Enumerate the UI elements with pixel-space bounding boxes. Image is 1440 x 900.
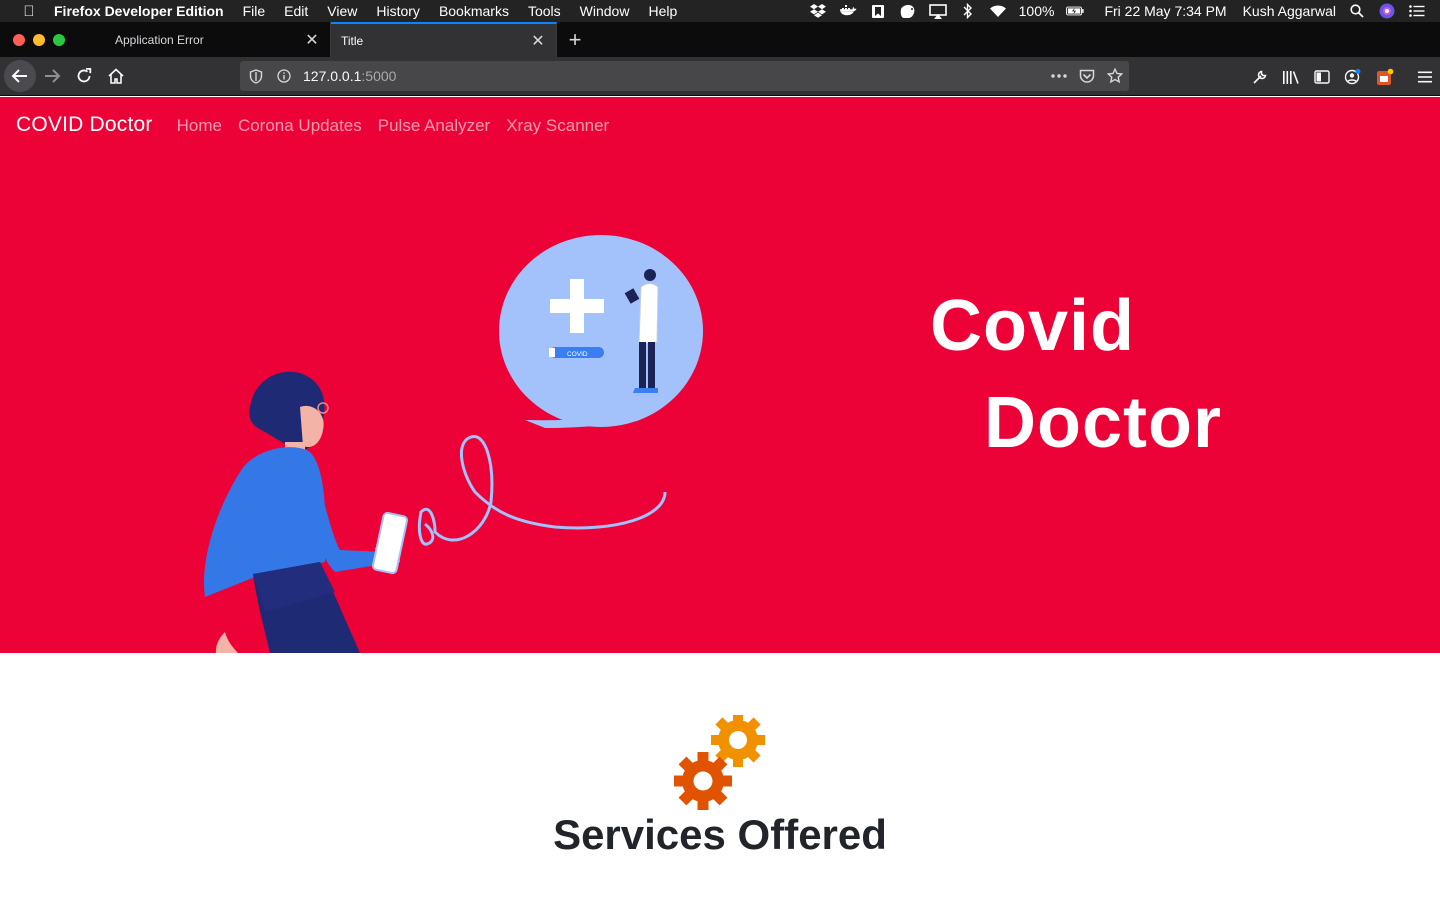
battery-icon[interactable] bbox=[1066, 3, 1085, 19]
hamburger-menu-icon[interactable] bbox=[1418, 71, 1432, 83]
url-host: 127.0.0.1 bbox=[303, 68, 362, 84]
siri-icon[interactable] bbox=[1378, 3, 1396, 19]
home-button[interactable] bbox=[100, 60, 132, 92]
navigation-toolbar: 127.0.0.1:5000 bbox=[0, 57, 1440, 96]
brand-link[interactable]: COVID Doctor bbox=[16, 113, 153, 137]
bookmark-app-icon[interactable] bbox=[869, 3, 887, 19]
tab-title: Title bbox=[341, 33, 364, 48]
pocket-icon[interactable] bbox=[1079, 69, 1095, 84]
new-tab-button[interactable]: + bbox=[557, 22, 593, 57]
reload-icon bbox=[77, 68, 92, 83]
back-arrow-icon bbox=[11, 69, 27, 83]
nav-link-corona-updates[interactable]: Corona Updates bbox=[238, 116, 362, 136]
menu-view[interactable]: View bbox=[327, 0, 357, 22]
menu-edit[interactable]: Edit bbox=[284, 0, 308, 22]
dropbox-icon[interactable] bbox=[809, 3, 827, 19]
menu-bookmarks[interactable]: Bookmarks bbox=[439, 0, 509, 22]
notification-center-icon[interactable] bbox=[1408, 3, 1426, 19]
toolbar-right-icons bbox=[1252, 57, 1432, 96]
test-tube-label: COVID bbox=[567, 351, 588, 358]
menu-file[interactable]: File bbox=[243, 0, 266, 22]
user-name[interactable]: Kush Aggarwal bbox=[1243, 3, 1336, 19]
hero-title-line1: Covid bbox=[930, 286, 1136, 366]
nav-link-pulse-analyzer[interactable]: Pulse Analyzer bbox=[378, 116, 490, 136]
account-icon[interactable] bbox=[1344, 68, 1362, 86]
reload-button[interactable] bbox=[68, 60, 100, 92]
developer-tools-wrench-icon[interactable] bbox=[1252, 69, 1268, 85]
minimize-window-button[interactable] bbox=[33, 33, 45, 46]
evernote-icon[interactable] bbox=[899, 3, 917, 19]
hero-section: COVID Doctor Home Corona Updates Pulse A… bbox=[0, 97, 1440, 653]
apple-icon[interactable]:  bbox=[18, 3, 40, 20]
menu-window[interactable]: Window bbox=[580, 0, 630, 22]
menu-tools[interactable]: Tools bbox=[528, 0, 561, 22]
tab-application-error[interactable]: Application Error ✕ bbox=[105, 22, 331, 57]
close-window-button[interactable] bbox=[13, 33, 25, 46]
gears-icon bbox=[674, 715, 765, 810]
url-bar-actions bbox=[1051, 61, 1123, 91]
spotlight-search-icon[interactable] bbox=[1348, 3, 1366, 19]
site-navbar: COVID Doctor Home Corona Updates Pulse A… bbox=[16, 113, 625, 137]
window-controls bbox=[0, 22, 105, 57]
tracking-shield-icon[interactable] bbox=[249, 68, 263, 84]
url-bar[interactable]: 127.0.0.1:5000 bbox=[240, 61, 1129, 91]
nav-link-xray-scanner[interactable]: Xray Scanner bbox=[506, 116, 609, 136]
hero-illustration: COVID bbox=[204, 235, 703, 653]
menu-app-name[interactable]: Firefox Developer Edition bbox=[54, 0, 224, 22]
services-section: Services Offered bbox=[0, 653, 1440, 900]
browser-tab-strip: Application Error ✕ Title ✕ + bbox=[0, 22, 1440, 57]
library-icon[interactable] bbox=[1282, 69, 1300, 85]
home-icon bbox=[108, 68, 124, 84]
hero-title-line2: Doctor bbox=[984, 383, 1222, 463]
battery-percent[interactable]: 100% bbox=[1019, 3, 1055, 19]
services-title: Services Offered bbox=[553, 811, 887, 858]
forward-arrow-icon bbox=[45, 69, 61, 83]
menu-history[interactable]: History bbox=[376, 0, 420, 22]
url-text[interactable]: 127.0.0.1:5000 bbox=[303, 68, 396, 84]
nav-link-home[interactable]: Home bbox=[177, 116, 222, 136]
datetime[interactable]: Fri 22 May 7:34 PM bbox=[1104, 3, 1226, 19]
bookmark-star-icon[interactable] bbox=[1107, 68, 1123, 84]
extension-icon[interactable] bbox=[1376, 68, 1394, 86]
docker-icon[interactable] bbox=[839, 3, 857, 19]
close-tab-icon[interactable]: ✕ bbox=[304, 30, 320, 50]
bluetooth-icon[interactable] bbox=[959, 3, 977, 19]
tab-title: Application Error bbox=[115, 32, 204, 47]
sidebar-toggle-icon[interactable] bbox=[1314, 69, 1330, 84]
menubar-status-area: 100% Fri 22 May 7:34 PM Kush Aggarwal bbox=[803, 0, 1440, 22]
menu-help[interactable]: Help bbox=[648, 0, 677, 22]
macos-menu-bar:  Firefox Developer Edition File Edit Vi… bbox=[0, 0, 1440, 22]
url-port: :5000 bbox=[361, 68, 397, 84]
close-tab-icon[interactable]: ✕ bbox=[530, 31, 546, 51]
web-page: COVID Doctor Home Corona Updates Pulse A… bbox=[0, 97, 1440, 900]
wifi-icon[interactable] bbox=[989, 3, 1007, 19]
tab-title-active[interactable]: Title ✕ bbox=[331, 22, 557, 57]
site-info-icon[interactable] bbox=[277, 69, 291, 83]
page-actions-icon[interactable] bbox=[1051, 74, 1067, 78]
forward-button[interactable] bbox=[36, 60, 68, 92]
back-button[interactable] bbox=[4, 60, 36, 92]
airplay-icon[interactable] bbox=[928, 3, 947, 19]
maximize-window-button[interactable] bbox=[53, 33, 65, 46]
